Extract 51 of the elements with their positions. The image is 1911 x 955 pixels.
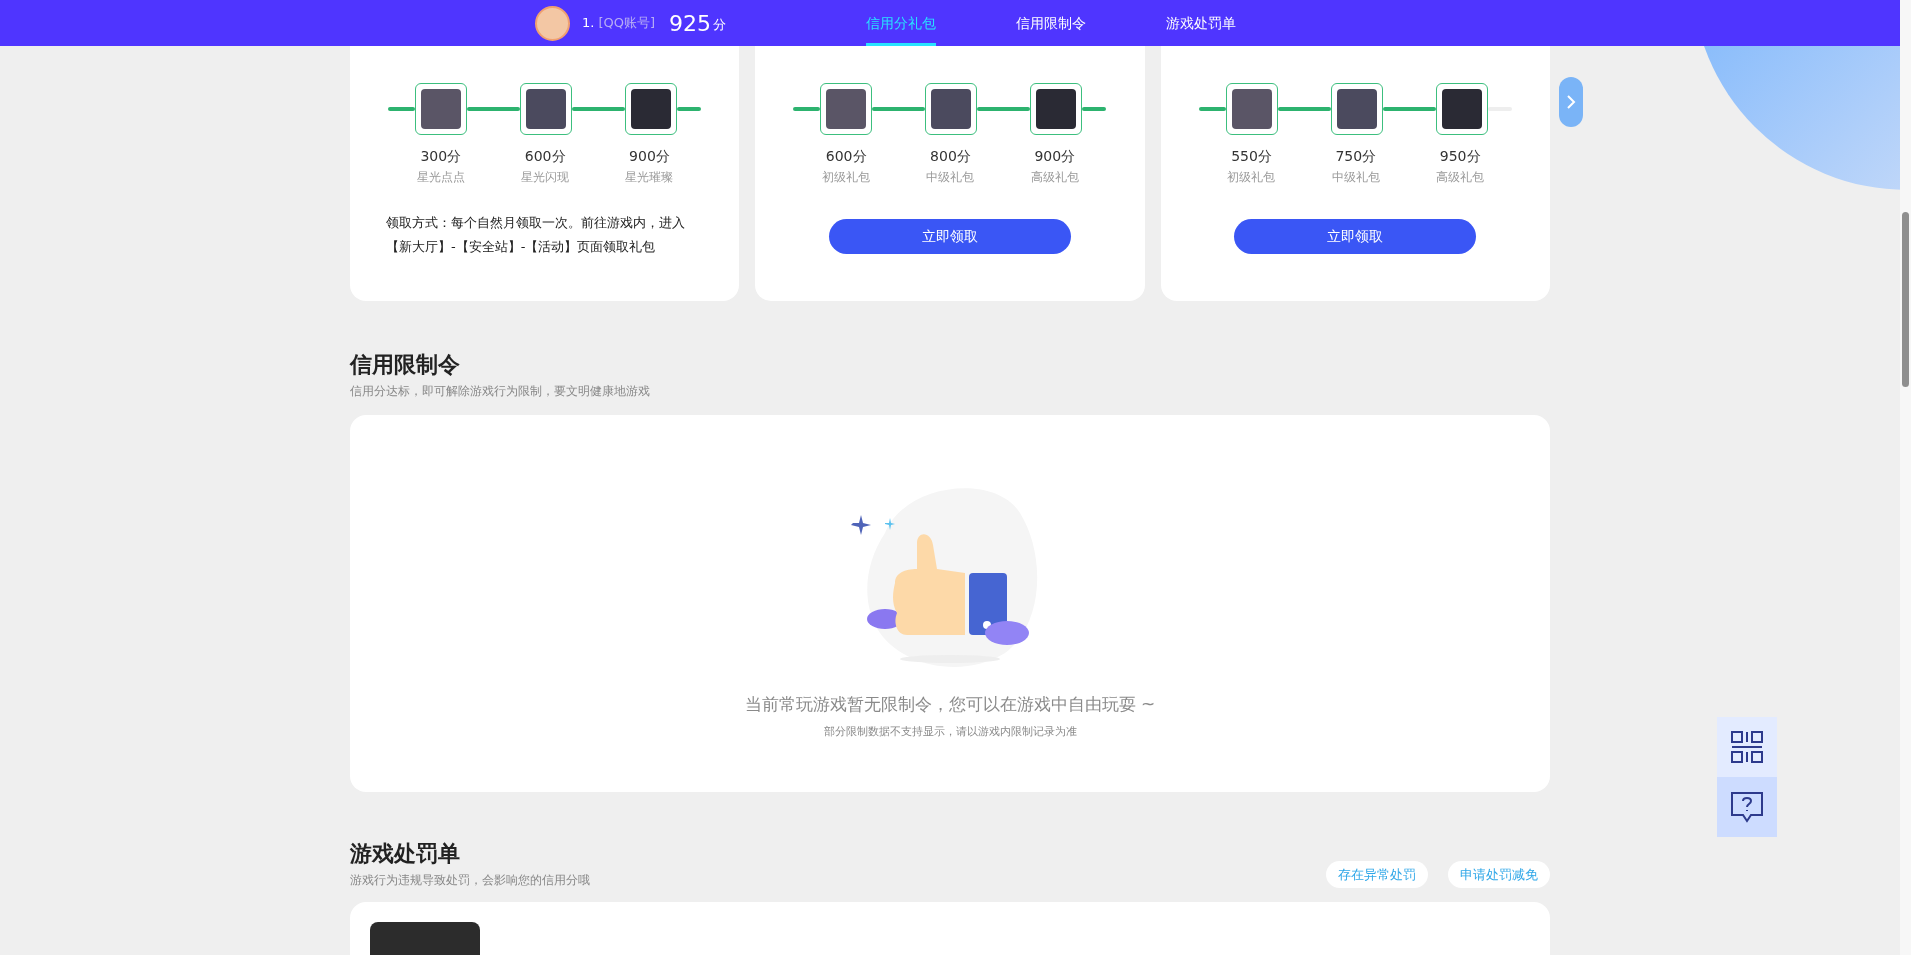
rank: 1. [582,14,595,33]
qr-code-icon [1730,730,1764,764]
reward-name: 星光点点 [416,169,465,185]
reward-image [631,89,672,129]
scrollbar-thumb[interactable] [1902,212,1909,387]
reward-points: 550分 [1231,147,1272,165]
reward-name: 高级礼包 [1436,169,1485,185]
reward-name: 高级礼包 [1030,169,1079,185]
account-name: [QQ账号] [598,14,655,33]
reward-image [526,89,567,129]
action-link[interactable]: 存在异常处罚 [1326,861,1428,888]
reward-image [1036,89,1077,129]
reward-points: 600分 [524,147,566,165]
reward-points: 900分 [629,147,670,165]
reward-name: 星光璀璨 [625,169,674,185]
action-link[interactable]: 申请处罚减免 [1448,861,1550,888]
reward-points: 900分 [1034,147,1076,165]
score-unit: 分 [713,16,726,35]
nav-tab[interactable]: 信用限制令 [1016,0,1086,46]
reward-name: 星光闪现 [521,169,570,185]
section-subtitle: 信用分达标，即可解除游戏行为限制，要文明健康地游戏 [350,383,651,399]
section-subtitle: 游戏行为违规导致处罚，会影响您的信用分哦 [350,872,590,888]
claim-button[interactable]: 立即领取 [1234,219,1477,254]
reward-points: 800分 [930,147,971,165]
reward-points: 750分 [1335,147,1377,165]
credit-score: 925 [669,9,711,38]
reward-image [1336,89,1377,129]
empty-message: 当前常玩游戏暂无限制令，您可以在游戏中自由玩耍 ~ [744,693,1156,715]
reward-name: 中级礼包 [926,169,975,185]
reward-name: 初级礼包 [1227,169,1276,185]
qr-code-button[interactable] [1717,717,1777,777]
empty-note: 部分限制数据不支持显示，请以游戏内限制记录为准 [823,725,1077,739]
reward-points: 300分 [420,147,462,165]
avatar [535,5,570,41]
help-button[interactable] [1717,777,1777,837]
nav-tab[interactable]: 游戏处罚单 [1166,0,1236,46]
section-title: 游戏处罚单 [350,840,461,868]
section-title: 信用限制令 [350,351,461,379]
reward-image [1441,89,1482,129]
reward-points: 600分 [825,147,867,165]
reward-points: 950分 [1439,147,1481,165]
chevron-right-icon [1566,94,1576,110]
reward-name: 初级礼包 [822,169,871,185]
reward-image [421,89,462,129]
reward-image [1231,89,1272,129]
reward-name: 中级礼包 [1331,169,1380,185]
help-chat-icon [1730,791,1764,823]
reward-image [826,89,867,129]
claim-button[interactable]: 立即领取 [829,219,1071,254]
claim-instructions: 领取方式：每个自然月领取一次。前往游戏内，进入【新大厅】-【安全站】-【活动】页面领取礼包 [386,214,686,256]
reward-image [931,89,972,129]
